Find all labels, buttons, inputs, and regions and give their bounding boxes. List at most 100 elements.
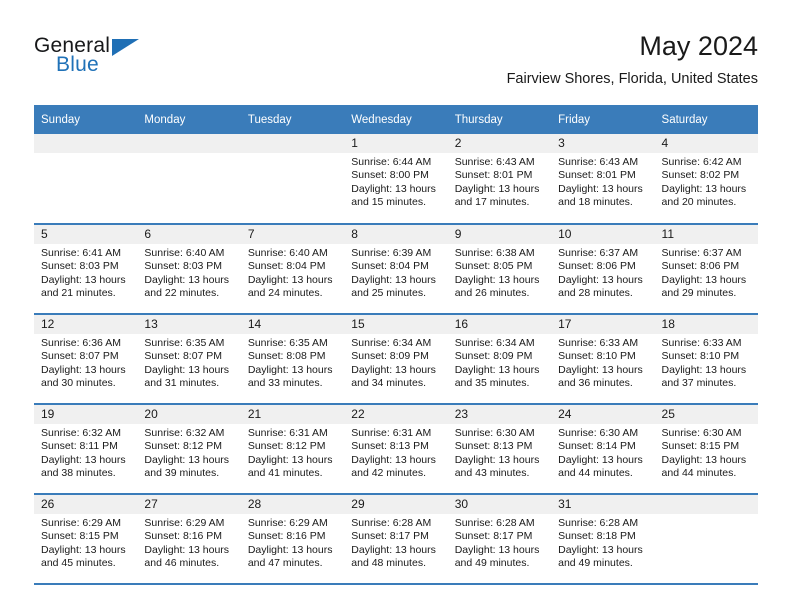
- day-detail-sunrise: Sunrise: 6:31 AM: [351, 427, 432, 439]
- calendar-day-cell[interactable]: 18 Sunrise: 6:33 AM Sunset: 8:10 PM Dayligh…: [654, 314, 758, 405]
- day-detail-sunrise: Sunrise: 6:30 AM: [558, 427, 639, 439]
- day-detail-sunset: Sunset: 8:10 PM: [558, 350, 636, 363]
- calendar-cell-inner: 11 Sunrise: 6:37 AM Sunset: 8:06 PM Dayligh…: [654, 225, 758, 313]
- day-detail-daylight-line2: and 24 minutes.: [247, 287, 323, 300]
- day-detail-sunrise: Sunrise: 6:37 AM: [661, 247, 742, 259]
- calendar-day-cell[interactable]: 3 Sunrise: 6:43 AM Sunset: 8:01 PM Daylight…: [551, 134, 655, 225]
- calendar-day-cell[interactable]: 28 Sunrise: 6:29 AM Sunset: 8:16 PM Dayligh…: [240, 494, 345, 585]
- day-number: 9: [447, 225, 552, 244]
- calendar-day-cell[interactable]: 21 Sunrise: 6:31 AM Sunset: 8:12 PM Dayligh…: [240, 404, 345, 495]
- calendar-day-cell[interactable]: 31 Sunrise: 6:28 AM Sunset: 8:18 PM Dayligh…: [551, 494, 655, 585]
- day-number: 21: [240, 405, 345, 424]
- day-detail-daylight-line1: Daylight: 13 hours: [454, 453, 540, 466]
- calendar-day-cell[interactable]: 17 Sunrise: 6:33 AM Sunset: 8:10 PM Dayligh…: [551, 314, 655, 405]
- calendar-day-cell[interactable]: 19 Sunrise: 6:32 AM Sunset: 8:11 PM Dayligh…: [34, 404, 138, 495]
- page-header: General Blue May 2024 Fairview Shores, F…: [34, 30, 758, 98]
- day-detail-daylight-line1: Daylight: 13 hours: [661, 273, 747, 286]
- calendar-day-cell[interactable]: 26 Sunrise: 6:29 AM Sunset: 8:15 PM Dayligh…: [34, 494, 138, 585]
- day-detail-sunrise: Sunrise: 6:28 AM: [454, 517, 535, 529]
- calendar-day-cell[interactable]: 20 Sunrise: 6:32 AM Sunset: 8:12 PM Dayligh…: [137, 404, 241, 495]
- day-number: 15: [344, 315, 448, 334]
- calendar-day-cell[interactable]: 23 Sunrise: 6:30 AM Sunset: 8:13 PM Dayligh…: [447, 404, 552, 495]
- calendar-day-cell[interactable]: 4 Sunrise: 6:42 AM Sunset: 8:02 PM Daylight…: [654, 134, 758, 225]
- day-details: Sunrise: 6:41 AM Sunset: 8:03 PM Daylight:…: [34, 244, 137, 301]
- day-details: Sunrise: 6:34 AM Sunset: 8:09 PM Daylight:…: [448, 334, 551, 391]
- logo-text-blue: Blue: [56, 53, 99, 76]
- day-detail-daylight-line2: and 30 minutes.: [41, 377, 116, 390]
- day-detail-sunset: Sunset: 8:12 PM: [247, 440, 326, 453]
- day-detail-sunrise: Sunrise: 6:28 AM: [558, 517, 639, 529]
- calendar-cell-inner: 29 Sunrise: 6:28 AM Sunset: 8:17 PM Dayligh…: [344, 495, 448, 583]
- day-number: 27: [137, 495, 241, 514]
- calendar-day-cell[interactable]: 16 Sunrise: 6:34 AM Sunset: 8:09 PM Dayligh…: [447, 314, 552, 405]
- calendar-day-cell[interactable]: 15 Sunrise: 6:34 AM Sunset: 8:09 PM Dayligh…: [344, 314, 448, 405]
- day-detail-sunrise: Sunrise: 6:32 AM: [41, 427, 121, 439]
- calendar-cell-inner: [34, 134, 138, 222]
- day-detail-daylight-line2: and 28 minutes.: [558, 287, 633, 300]
- day-details: Sunrise: 6:30 AM Sunset: 8:13 PM Daylight:…: [448, 424, 551, 481]
- calendar-day-cell[interactable]: 10 Sunrise: 6:37 AM Sunset: 8:06 PM Dayligh…: [551, 224, 655, 315]
- day-detail-sunset: Sunset: 8:06 PM: [661, 260, 740, 273]
- day-detail-daylight-line2: and 37 minutes.: [661, 377, 737, 390]
- calendar-day-cell[interactable]: 24 Sunrise: 6:30 AM Sunset: 8:14 PM Dayligh…: [551, 404, 655, 495]
- day-detail-sunset: Sunset: 8:08 PM: [247, 350, 326, 363]
- day-detail-sunrise: Sunrise: 6:35 AM: [144, 337, 225, 349]
- calendar-day-cell[interactable]: 6 Sunrise: 6:40 AM Sunset: 8:03 PM Daylight…: [137, 224, 241, 315]
- calendar-day-cell[interactable]: 8 Sunrise: 6:39 AM Sunset: 8:04 PM Daylight…: [344, 224, 448, 315]
- day-detail-daylight-line1: Daylight: 13 hours: [41, 273, 126, 286]
- day-detail-daylight-line2: and 34 minutes.: [351, 377, 426, 390]
- calendar-day-cell[interactable]: 30 Sunrise: 6:28 AM Sunset: 8:17 PM Dayligh…: [447, 494, 552, 585]
- day-detail-daylight-line1: Daylight: 13 hours: [454, 363, 540, 376]
- calendar-day-cell[interactable]: 1 Sunrise: 6:44 AM Sunset: 8:00 PM Daylight…: [344, 134, 448, 225]
- calendar-day-cell[interactable]: 27 Sunrise: 6:29 AM Sunset: 8:16 PM Dayligh…: [137, 494, 241, 585]
- day-detail-sunset: Sunset: 8:04 PM: [247, 260, 326, 273]
- calendar-day-cell[interactable]: 11 Sunrise: 6:37 AM Sunset: 8:06 PM Dayligh…: [654, 224, 758, 315]
- day-details: Sunrise: 6:35 AM Sunset: 8:07 PM Daylight:…: [137, 334, 240, 391]
- day-detail-daylight-line1: Daylight: 13 hours: [558, 363, 643, 376]
- calendar-week-row: 5 Sunrise: 6:41 AM Sunset: 8:03 PM Daylight…: [34, 224, 758, 315]
- day-detail-daylight-line1: Daylight: 13 hours: [351, 273, 436, 286]
- day-detail-sunrise: Sunrise: 6:44 AM: [351, 156, 432, 168]
- calendar-cell-inner: 28 Sunrise: 6:29 AM Sunset: 8:16 PM Dayligh…: [240, 495, 345, 583]
- day-number: 11: [654, 225, 758, 244]
- day-detail-sunrise: Sunrise: 6:31 AM: [247, 427, 328, 439]
- calendar-day-cell[interactable]: 25 Sunrise: 6:30 AM Sunset: 8:15 PM Dayligh…: [654, 404, 758, 495]
- day-details: Sunrise: 6:28 AM Sunset: 8:17 PM Daylight:…: [344, 514, 447, 571]
- day-detail-sunrise: Sunrise: 6:33 AM: [558, 337, 639, 349]
- day-detail-daylight-line1: Daylight: 13 hours: [351, 453, 436, 466]
- calendar-cell-inner: 20 Sunrise: 6:32 AM Sunset: 8:12 PM Dayligh…: [137, 405, 241, 493]
- day-details: Sunrise: 6:43 AM Sunset: 8:01 PM Daylight:…: [448, 153, 551, 210]
- day-detail-sunset: Sunset: 8:03 PM: [41, 260, 119, 273]
- calendar-day-cell[interactable]: 9 Sunrise: 6:38 AM Sunset: 8:05 PM Daylight…: [447, 224, 552, 315]
- day-detail-daylight-line2: and 49 minutes.: [558, 557, 633, 570]
- calendar-day-cell[interactable]: 7 Sunrise: 6:40 AM Sunset: 8:04 PM Daylight…: [240, 224, 345, 315]
- day-details: Sunrise: 6:29 AM Sunset: 8:15 PM Daylight:…: [34, 514, 137, 571]
- day-number: 7: [240, 225, 345, 244]
- calendar-day-cell[interactable]: 13 Sunrise: 6:35 AM Sunset: 8:07 PM Dayligh…: [137, 314, 241, 405]
- day-detail-sunset: Sunset: 8:15 PM: [661, 440, 740, 453]
- calendar-day-cell[interactable]: 2 Sunrise: 6:43 AM Sunset: 8:01 PM Daylight…: [447, 134, 552, 225]
- weekday-header-friday: Friday: [551, 105, 655, 134]
- calendar-day-cell[interactable]: 5 Sunrise: 6:41 AM Sunset: 8:03 PM Daylight…: [34, 224, 138, 315]
- day-detail-sunset: Sunset: 8:18 PM: [558, 530, 636, 543]
- calendar-day-cell[interactable]: 14 Sunrise: 6:35 AM Sunset: 8:08 PM Dayligh…: [240, 314, 345, 405]
- day-details: Sunrise: 6:30 AM Sunset: 8:15 PM Daylight:…: [655, 424, 758, 481]
- day-details: Sunrise: 6:28 AM Sunset: 8:17 PM Daylight:…: [448, 514, 551, 571]
- calendar-day-cell[interactable]: 12 Sunrise: 6:36 AM Sunset: 8:07 PM Dayligh…: [34, 314, 138, 405]
- calendar-day-cell[interactable]: 29 Sunrise: 6:28 AM Sunset: 8:17 PM Dayligh…: [344, 494, 448, 585]
- day-detail-sunset: Sunset: 8:16 PM: [247, 530, 326, 543]
- day-detail-daylight-line2: and 48 minutes.: [351, 557, 426, 570]
- day-detail-sunrise: Sunrise: 6:37 AM: [558, 247, 639, 259]
- day-detail-daylight-line1: Daylight: 13 hours: [41, 543, 126, 556]
- day-detail-sunset: Sunset: 8:01 PM: [558, 169, 636, 182]
- day-details: Sunrise: 6:34 AM Sunset: 8:09 PM Daylight:…: [344, 334, 447, 391]
- day-detail-daylight-line1: Daylight: 13 hours: [661, 453, 747, 466]
- day-detail-sunrise: Sunrise: 6:30 AM: [454, 427, 535, 439]
- calendar-day-cell[interactable]: 22 Sunrise: 6:31 AM Sunset: 8:13 PM Dayligh…: [344, 404, 448, 495]
- day-number: 5: [34, 225, 138, 244]
- general-blue-logo[interactable]: General Blue: [34, 34, 234, 90]
- day-detail-sunrise: Sunrise: 6:35 AM: [247, 337, 328, 349]
- day-detail-daylight-line1: Daylight: 13 hours: [41, 453, 126, 466]
- day-details: Sunrise: 6:32 AM Sunset: 8:12 PM Daylight:…: [137, 424, 240, 481]
- day-detail-sunset: Sunset: 8:01 PM: [454, 169, 533, 182]
